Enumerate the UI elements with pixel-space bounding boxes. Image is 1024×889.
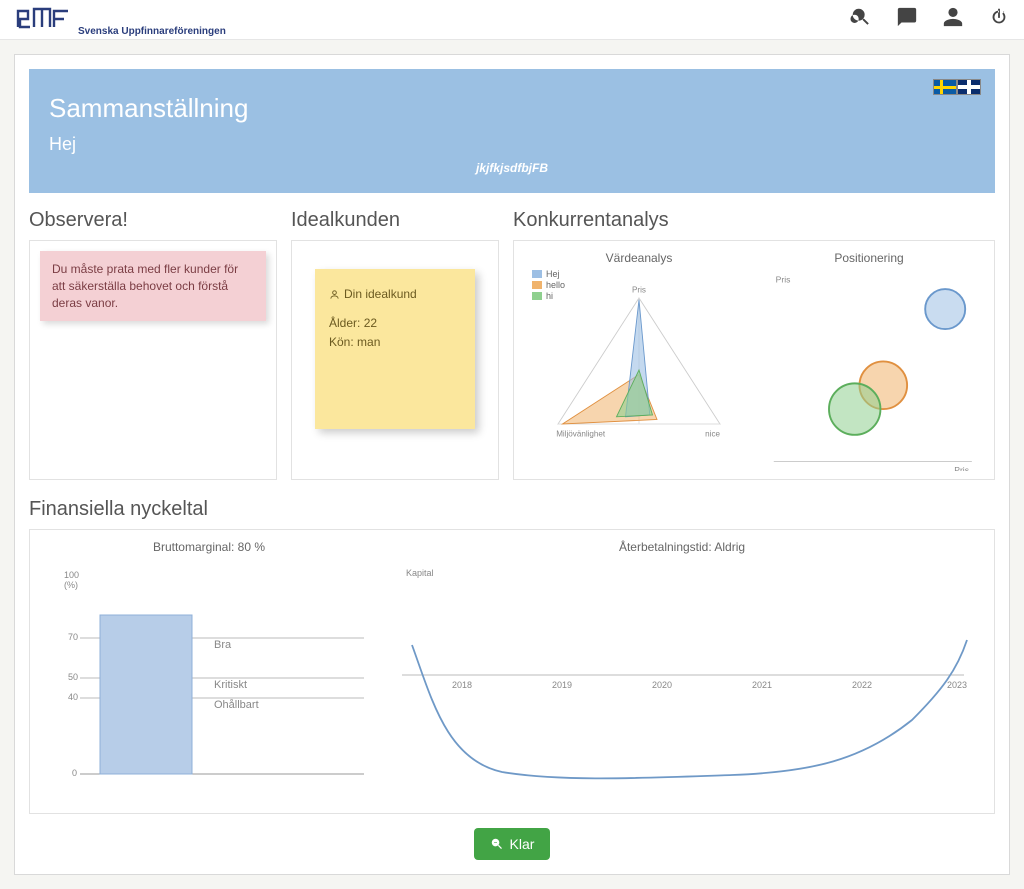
svg-text:(%): (%)	[64, 580, 78, 590]
svg-text:40: 40	[68, 692, 78, 702]
brand-logo-icon	[14, 5, 72, 35]
page-subtitle: Hej	[49, 134, 975, 155]
page-frame: Sammanställning Hej jkjfkjsdfbjFB Observ…	[14, 54, 1010, 875]
observe-title: Observera!	[29, 209, 277, 232]
user-icon[interactable]	[942, 6, 964, 33]
ideal-note: Din idealkund Ålder: 22 Kön: man	[315, 269, 475, 429]
radar-axis-left: Miljövänlighet	[556, 430, 606, 439]
chart-legend: Hej hello hi	[532, 269, 565, 302]
done-button[interactable]: Klar	[474, 828, 551, 860]
flag-uk-icon[interactable]	[957, 79, 981, 95]
user-outline-icon	[329, 289, 340, 300]
flag-sweden-icon[interactable]	[933, 79, 957, 95]
ref-bra: Bra	[214, 639, 232, 651]
svg-text:50: 50	[68, 672, 78, 682]
chat-icon[interactable]	[896, 6, 918, 33]
brutto-bar	[100, 615, 192, 774]
gender-value: man	[357, 335, 380, 349]
svg-text:2020: 2020	[652, 680, 672, 690]
topbar: Svenska Uppfinnareföreningen	[0, 0, 1024, 40]
svg-text:2021: 2021	[752, 680, 772, 690]
search-icon[interactable]	[850, 6, 872, 33]
page-tag: jkjfkjsdfbjFB	[49, 161, 975, 175]
konkurrent-panel: Värdeanalys Hej hello hi	[513, 240, 995, 480]
ref-ohallbart: Ohållbart	[214, 699, 259, 711]
page-title: Sammanställning	[49, 93, 975, 124]
ref-kritiskt: Kritiskt	[214, 679, 247, 691]
svg-text:0: 0	[72, 768, 77, 778]
observe-panel: Du måste prata med fler kunder för att s…	[29, 240, 277, 480]
gender-label: Kön:	[329, 335, 354, 349]
svg-text:2022: 2022	[852, 680, 872, 690]
svg-text:100: 100	[64, 570, 79, 580]
legend-item: hello	[546, 280, 565, 290]
bubble-hi	[829, 383, 880, 434]
konkurrent-title: Konkurrentanalys	[513, 209, 995, 232]
bubble-hej	[925, 289, 965, 329]
done-button-label: Klar	[510, 836, 535, 852]
legend-item: Hej	[546, 269, 560, 279]
positioning-title: Positionering	[754, 251, 984, 265]
svg-text:2023: 2023	[947, 680, 967, 690]
svg-text:2019: 2019	[552, 680, 572, 690]
pos-axis-y: Pris	[776, 274, 791, 284]
finans-title: Finansiella nyckeltal	[29, 498, 995, 521]
value-analysis-title: Värdeanalys	[524, 251, 754, 265]
brand[interactable]: Svenska Uppfinnareföreningen	[14, 5, 226, 35]
kapital-label: Kapital	[406, 568, 434, 578]
zoom-out-icon	[490, 837, 504, 851]
svg-text:70: 70	[68, 632, 78, 642]
radar-axis-top: Pris	[632, 286, 646, 295]
positioning-chart: Positionering Pris Pris	[754, 251, 984, 469]
payback-chart: Återbetalningstid: Aldrig Kapital 2018 2…	[384, 540, 980, 795]
power-icon[interactable]	[988, 6, 1010, 33]
finans-panel: Bruttomarginal: 80 % 100 (%) 70 50 40 0 …	[29, 529, 995, 814]
ideal-panel: Din idealkund Ålder: 22 Kön: man	[291, 240, 499, 480]
svg-text:2018: 2018	[452, 680, 472, 690]
value-analysis-chart: Värdeanalys Hej hello hi	[524, 251, 754, 469]
age-value: 22	[364, 316, 377, 330]
brutto-title: Bruttomarginal: 80 %	[44, 540, 374, 554]
brutto-chart: Bruttomarginal: 80 % 100 (%) 70 50 40 0 …	[44, 540, 374, 795]
payback-line	[412, 640, 967, 778]
radar-axis-right: nice	[705, 430, 720, 439]
summary-header: Sammanställning Hej jkjfkjsdfbjFB	[29, 69, 995, 193]
payback-title: Återbetalningstid: Aldrig	[384, 540, 980, 554]
observe-warning: Du måste prata med fler kunder för att s…	[40, 251, 266, 321]
pos-axis-x: Pris	[954, 465, 969, 471]
age-label: Ålder:	[329, 316, 360, 330]
ideal-title: Idealkunden	[291, 209, 499, 232]
legend-item: hi	[546, 291, 553, 301]
ideal-note-title: Din idealkund	[344, 285, 417, 304]
brand-name: Svenska Uppfinnareföreningen	[78, 26, 226, 37]
